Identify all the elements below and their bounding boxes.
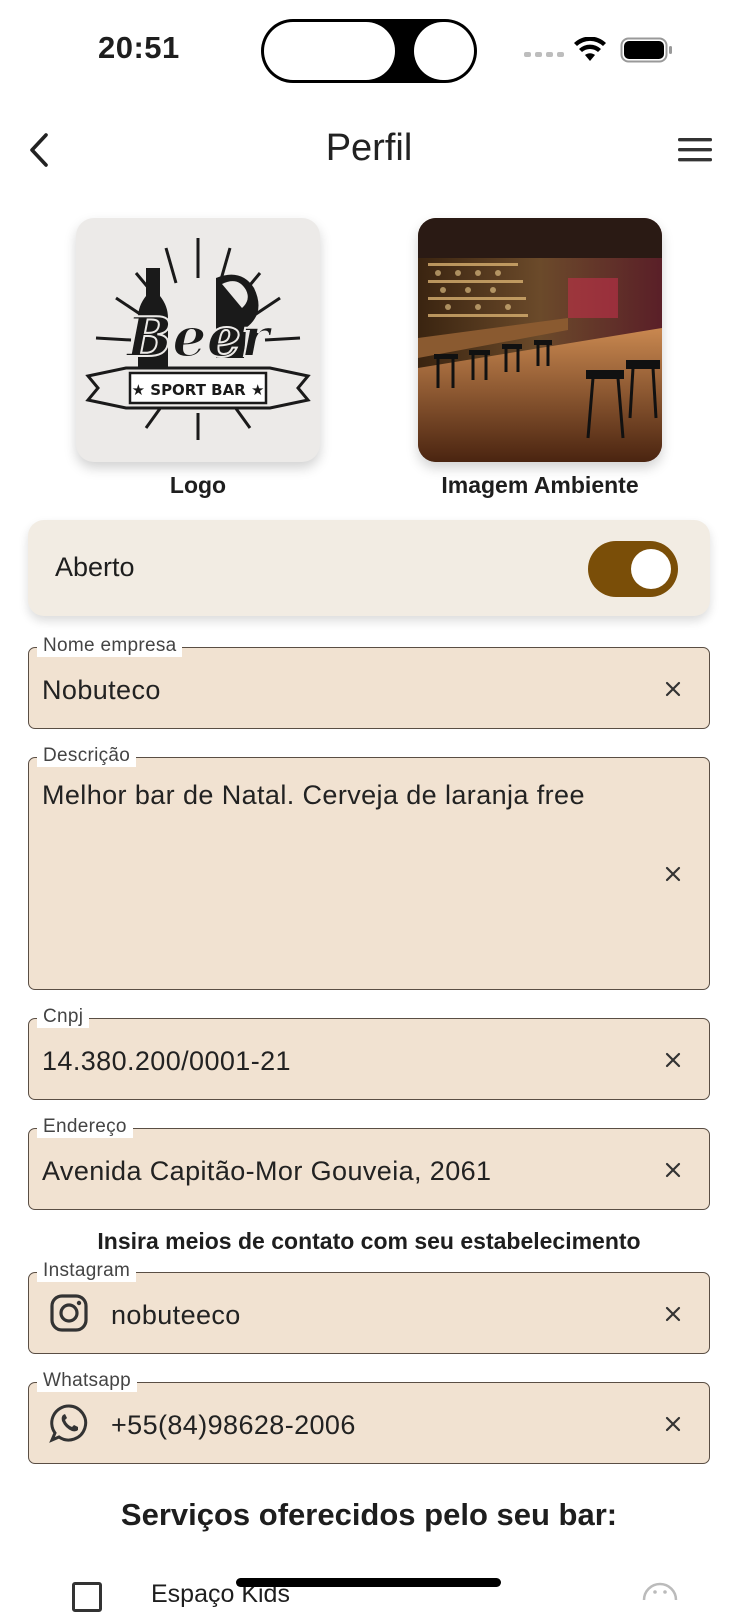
- instagram-field[interactable]: Instagram nobuteeco: [28, 1260, 710, 1354]
- cnpj-field[interactable]: Cnpj 14.380.200/0001-21: [28, 1006, 710, 1100]
- whatsapp-value: +55(84)98628-2006: [111, 1410, 356, 1440]
- services-title: Serviços oferecidos pelo seu bar:: [120, 1497, 618, 1532]
- page-title: Perfil: [325, 127, 413, 169]
- clear-icon[interactable]: [663, 679, 683, 699]
- app-header: Perfil: [0, 115, 738, 185]
- status-bar: 20:51: [0, 0, 738, 100]
- signal-icon: [524, 52, 564, 57]
- description-label: Descrição: [37, 745, 137, 767]
- wifi-icon: [574, 37, 606, 61]
- address-field[interactable]: Endereço Avenida Capitão-Mor Gouveia, 20…: [28, 1116, 710, 1210]
- kids-icon: [642, 1582, 678, 1600]
- home-indicator[interactable]: [236, 1578, 501, 1587]
- description-value: Melhor bar de Natal. Cerveja de laranja …: [42, 780, 585, 810]
- status-time: 20:51: [98, 30, 180, 65]
- beer-logo: Beer ★ SPORT BAR ★: [85, 238, 311, 440]
- instagram-icon: [50, 1294, 88, 1332]
- ambient-image[interactable]: [418, 218, 662, 462]
- instagram-label: Instagram: [37, 1260, 137, 1282]
- clear-icon[interactable]: [663, 1050, 683, 1070]
- open-status-card: Aberto: [28, 520, 710, 616]
- toggle-knob: [631, 549, 671, 589]
- open-toggle[interactable]: [588, 541, 678, 597]
- contact-hint: Insira meios de contato com seu estabele…: [97, 1228, 641, 1254]
- clear-icon[interactable]: [663, 1304, 683, 1324]
- clear-icon[interactable]: [663, 1160, 683, 1180]
- bar-interior-photo: [418, 218, 662, 462]
- clear-icon[interactable]: [663, 864, 683, 884]
- description-field[interactable]: Descrição Melhor bar de Natal. Cerveja d…: [28, 745, 710, 990]
- battery-icon: [620, 37, 672, 63]
- clear-icon[interactable]: [663, 1414, 683, 1434]
- ambient-caption: Imagem Ambiente: [441, 472, 639, 498]
- svg-text:Beer: Beer: [125, 305, 273, 369]
- address-label: Endereço: [37, 1116, 133, 1138]
- open-label: Aberto: [55, 552, 135, 582]
- company-name-field[interactable]: Nome empresa Nobuteco: [28, 635, 710, 729]
- company-name-label: Nome empresa: [37, 635, 183, 657]
- whatsapp-field[interactable]: Whatsapp +55(84)98628-2006: [28, 1370, 710, 1464]
- logo-image[interactable]: Beer ★ SPORT BAR ★: [76, 218, 320, 462]
- company-name-value: Nobuteco: [42, 675, 161, 705]
- whatsapp-icon: [49, 1404, 88, 1443]
- svg-text:★ SPORT BAR ★: ★ SPORT BAR ★: [132, 381, 265, 399]
- dynamic-island: [261, 19, 477, 83]
- hamburger-menu-icon[interactable]: [676, 133, 716, 167]
- cnpj-label: Cnpj: [37, 1006, 90, 1028]
- whatsapp-label: Whatsapp: [37, 1370, 137, 1392]
- address-value: Avenida Capitão-Mor Gouveia, 2061: [42, 1156, 492, 1186]
- instagram-value: nobuteeco: [111, 1300, 241, 1330]
- logo-caption: Logo: [169, 472, 227, 498]
- service-checkbox-espaco-kids[interactable]: [72, 1582, 102, 1612]
- cnpj-value: 14.380.200/0001-21: [42, 1046, 291, 1076]
